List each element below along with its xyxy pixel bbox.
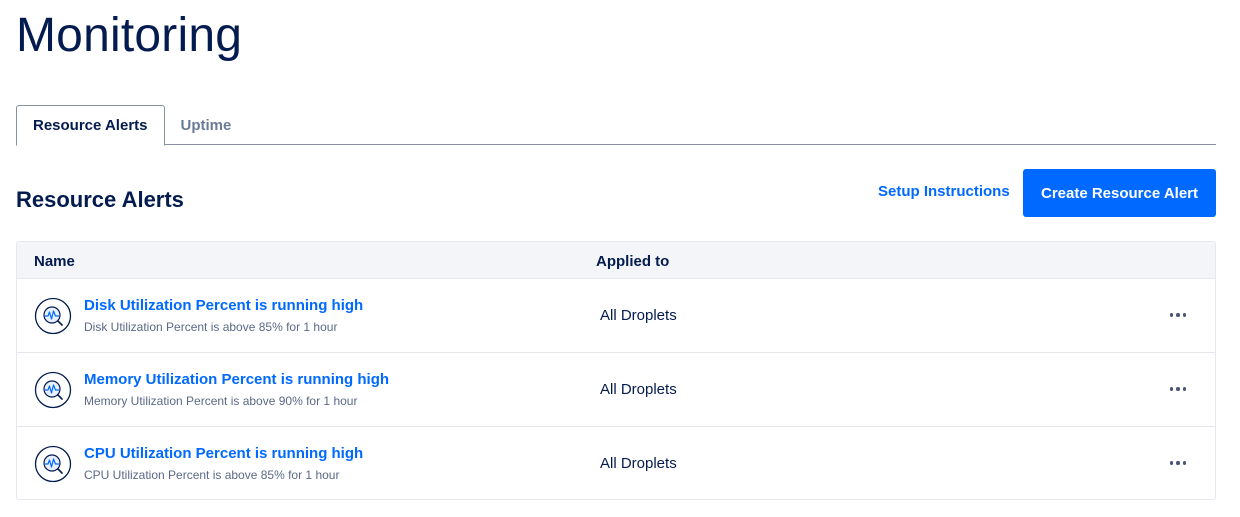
tab-uptime[interactable]: Uptime <box>165 105 248 145</box>
monitor-graph-icon <box>34 297 72 335</box>
alert-description: Disk Utilization Percent is above 85% fo… <box>84 320 338 334</box>
monitor-graph-icon <box>34 371 72 409</box>
more-options-icon[interactable] <box>1166 303 1190 327</box>
column-header-name: Name <box>34 253 75 270</box>
table-row: CPU Utilization Percent is running high … <box>17 427 1215 499</box>
setup-instructions-link[interactable]: Setup Instructions <box>878 183 1010 200</box>
page-title: Monitoring <box>16 9 243 62</box>
table-header: Name Applied to <box>17 242 1215 279</box>
monitor-graph-icon <box>34 445 72 483</box>
alert-title-link[interactable]: Disk Utilization Percent is running high <box>84 297 363 314</box>
alert-description: Memory Utilization Percent is above 90% … <box>84 394 358 408</box>
table-row: Memory Utilization Percent is running hi… <box>17 353 1215 427</box>
applied-to-value: All Droplets <box>600 381 677 398</box>
applied-to-value: All Droplets <box>600 307 677 324</box>
alerts-table: Name Applied to Disk Utilization Percent… <box>16 241 1216 500</box>
table-row: Disk Utilization Percent is running high… <box>17 279 1215 353</box>
alert-title-link[interactable]: Memory Utilization Percent is running hi… <box>84 371 389 388</box>
more-options-icon[interactable] <box>1166 377 1190 401</box>
applied-to-value: All Droplets <box>600 455 677 472</box>
tab-bar: Resource Alerts Uptime <box>16 105 1216 146</box>
alert-title-link[interactable]: CPU Utilization Percent is running high <box>84 445 363 462</box>
alert-description: CPU Utilization Percent is above 85% for… <box>84 468 340 482</box>
create-resource-alert-button[interactable]: Create Resource Alert <box>1023 169 1216 217</box>
tab-resource-alerts[interactable]: Resource Alerts <box>16 105 165 146</box>
section-title: Resource Alerts <box>16 187 184 212</box>
more-options-icon[interactable] <box>1166 451 1190 475</box>
column-header-applied-to: Applied to <box>596 253 670 270</box>
